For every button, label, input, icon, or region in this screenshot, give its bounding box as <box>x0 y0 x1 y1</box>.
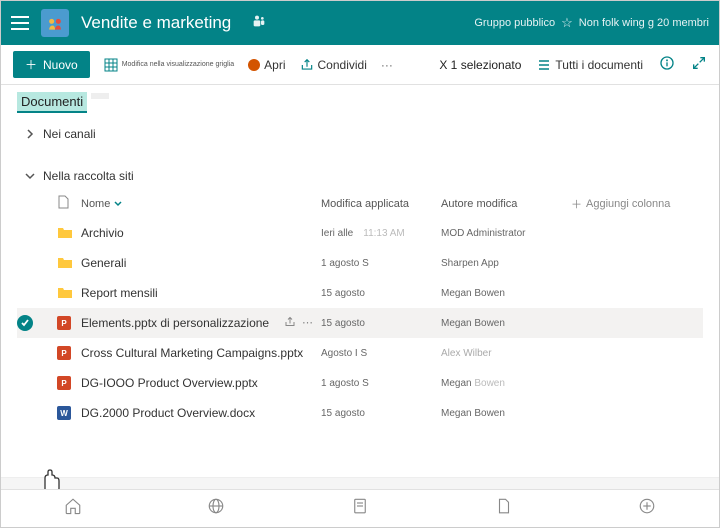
share-icon[interactable] <box>284 316 296 331</box>
info-icon[interactable] <box>659 55 675 74</box>
tab-documents[interactable]: Documenti <box>17 92 87 113</box>
modified-cell: 15 agosto <box>321 288 441 299</box>
file-name[interactable]: Cross Cultural Marketing Campaigns.pptx <box>81 346 303 360</box>
plus-icon: ＋ <box>571 196 582 212</box>
add-column-button[interactable]: ＋Aggiungi colonna <box>571 195 691 212</box>
powerpoint-icon: P <box>57 376 71 390</box>
selection-count: X 1 selezionato <box>439 58 521 72</box>
add-icon[interactable] <box>638 497 656 520</box>
page-icon[interactable] <box>351 497 369 520</box>
author-cell: Megan Bowen <box>441 378 571 389</box>
name-column-header[interactable]: Nome <box>81 195 321 212</box>
powerpoint-icon: P <box>57 346 71 360</box>
chevron-right-icon <box>25 129 35 139</box>
app-header: Vendite e marketing Gruppo pubblico ☆ No… <box>1 1 719 45</box>
view-switcher[interactable]: Tutti i documenti <box>537 58 643 72</box>
file-name[interactable]: Generali <box>81 256 126 270</box>
teams-icon[interactable] <box>251 13 267 34</box>
author-cell: Alex Wilber <box>441 348 571 359</box>
tab-placeholder <box>91 93 109 99</box>
modified-cell: Ieri alle11:13 AM <box>321 228 441 239</box>
section-site-collection[interactable]: Nella raccolta siti <box>17 159 703 189</box>
more-button[interactable]: ··· <box>381 58 393 72</box>
members-count: Non folk wing g 20 membri <box>579 17 709 29</box>
file-name[interactable]: Report mensili <box>81 286 158 300</box>
expand-icon[interactable] <box>691 55 707 74</box>
table-row[interactable]: Generali 1 agosto SSharpen App <box>17 248 703 278</box>
modified-cell: 15 agosto <box>321 408 441 419</box>
globe-icon[interactable] <box>207 497 225 520</box>
open-button[interactable]: Apri <box>248 58 285 72</box>
powerpoint-icon: P <box>57 316 71 330</box>
author-cell: Sharpen App <box>441 258 571 269</box>
bottom-nav <box>1 489 719 527</box>
tab-bar: Documenti <box>1 85 719 117</box>
plus-icon: ＋ <box>25 56 37 73</box>
share-button[interactable]: Condividi <box>300 58 367 72</box>
command-bar: ＋ Nuovo Modifica nella visualizzazione g… <box>1 45 719 85</box>
horizontal-scrollbar[interactable] <box>1 477 719 489</box>
author-cell: Megan Bowen <box>441 318 571 329</box>
file-name[interactable]: Archivio <box>81 226 124 240</box>
table-row[interactable]: W DG.2000 Product Overview.docx 15 agostoM… <box>17 398 703 428</box>
author-cell: Megan Bowen <box>441 408 571 419</box>
star-icon[interactable]: ☆ <box>561 15 573 31</box>
author-cell: Megan Bowen <box>441 288 571 299</box>
modified-cell: 1 agosto S <box>321 378 441 389</box>
more-icon[interactable]: ⋯ <box>302 316 313 331</box>
modified-column-header[interactable]: Modifica applicata <box>321 195 441 212</box>
site-logo[interactable] <box>41 9 69 37</box>
file-name[interactable]: Elements.pptx di personalizzazione <box>81 316 269 330</box>
site-title: Vendite e marketing <box>81 13 231 33</box>
section-channels[interactable]: Nei canali <box>17 117 703 147</box>
column-headers: Nome Modifica applicata Autore modifica … <box>17 189 703 218</box>
table-row[interactable]: P Cross Cultural Marketing Campaigns.pptx… <box>17 338 703 368</box>
folder-icon <box>57 225 73 239</box>
selected-check-icon[interactable] <box>17 315 33 331</box>
file-name[interactable]: DG-IOOO Product Overview.pptx <box>81 376 258 390</box>
table-row[interactable]: P Elements.pptx di personalizzazione ⋯ 15 a… <box>17 308 703 338</box>
document-list: Nei canali Nella raccolta siti Nome Modi… <box>1 117 719 477</box>
table-row[interactable]: Report mensili 15 agostoMegan Bowen <box>17 278 703 308</box>
new-button[interactable]: ＋ Nuovo <box>13 51 90 78</box>
modified-cell: Agosto I S <box>321 348 441 359</box>
folder-icon <box>57 255 73 269</box>
file-type-column-icon[interactable] <box>57 195 81 212</box>
modified-cell: 1 agosto S <box>321 258 441 269</box>
app-badge-icon <box>248 59 260 71</box>
group-info: Gruppo pubblico ☆ Non folk wing g 20 mem… <box>474 15 709 31</box>
file-name[interactable]: DG.2000 Product Overview.docx <box>81 406 255 420</box>
word-icon: W <box>57 406 71 420</box>
home-icon[interactable] <box>64 497 82 520</box>
edit-grid-button[interactable]: Modifica nella visualizzazione griglia <box>104 58 234 72</box>
modified-cell: 15 agosto <box>321 318 441 329</box>
chevron-down-icon <box>114 200 122 208</box>
hamburger-icon[interactable] <box>11 16 29 30</box>
chevron-down-icon <box>25 171 35 181</box>
author-cell: MOD Administrator <box>441 228 571 239</box>
table-row[interactable]: P DG-IOOO Product Overview.pptx 1 agosto S… <box>17 368 703 398</box>
modifiedby-column-header[interactable]: Autore modifica <box>441 195 571 212</box>
group-type: Gruppo pubblico <box>474 17 555 29</box>
folder-icon <box>57 285 73 299</box>
table-row[interactable]: Archivio Ieri alle11:13 AMMOD Administrat… <box>17 218 703 248</box>
file-icon[interactable] <box>495 497 513 520</box>
